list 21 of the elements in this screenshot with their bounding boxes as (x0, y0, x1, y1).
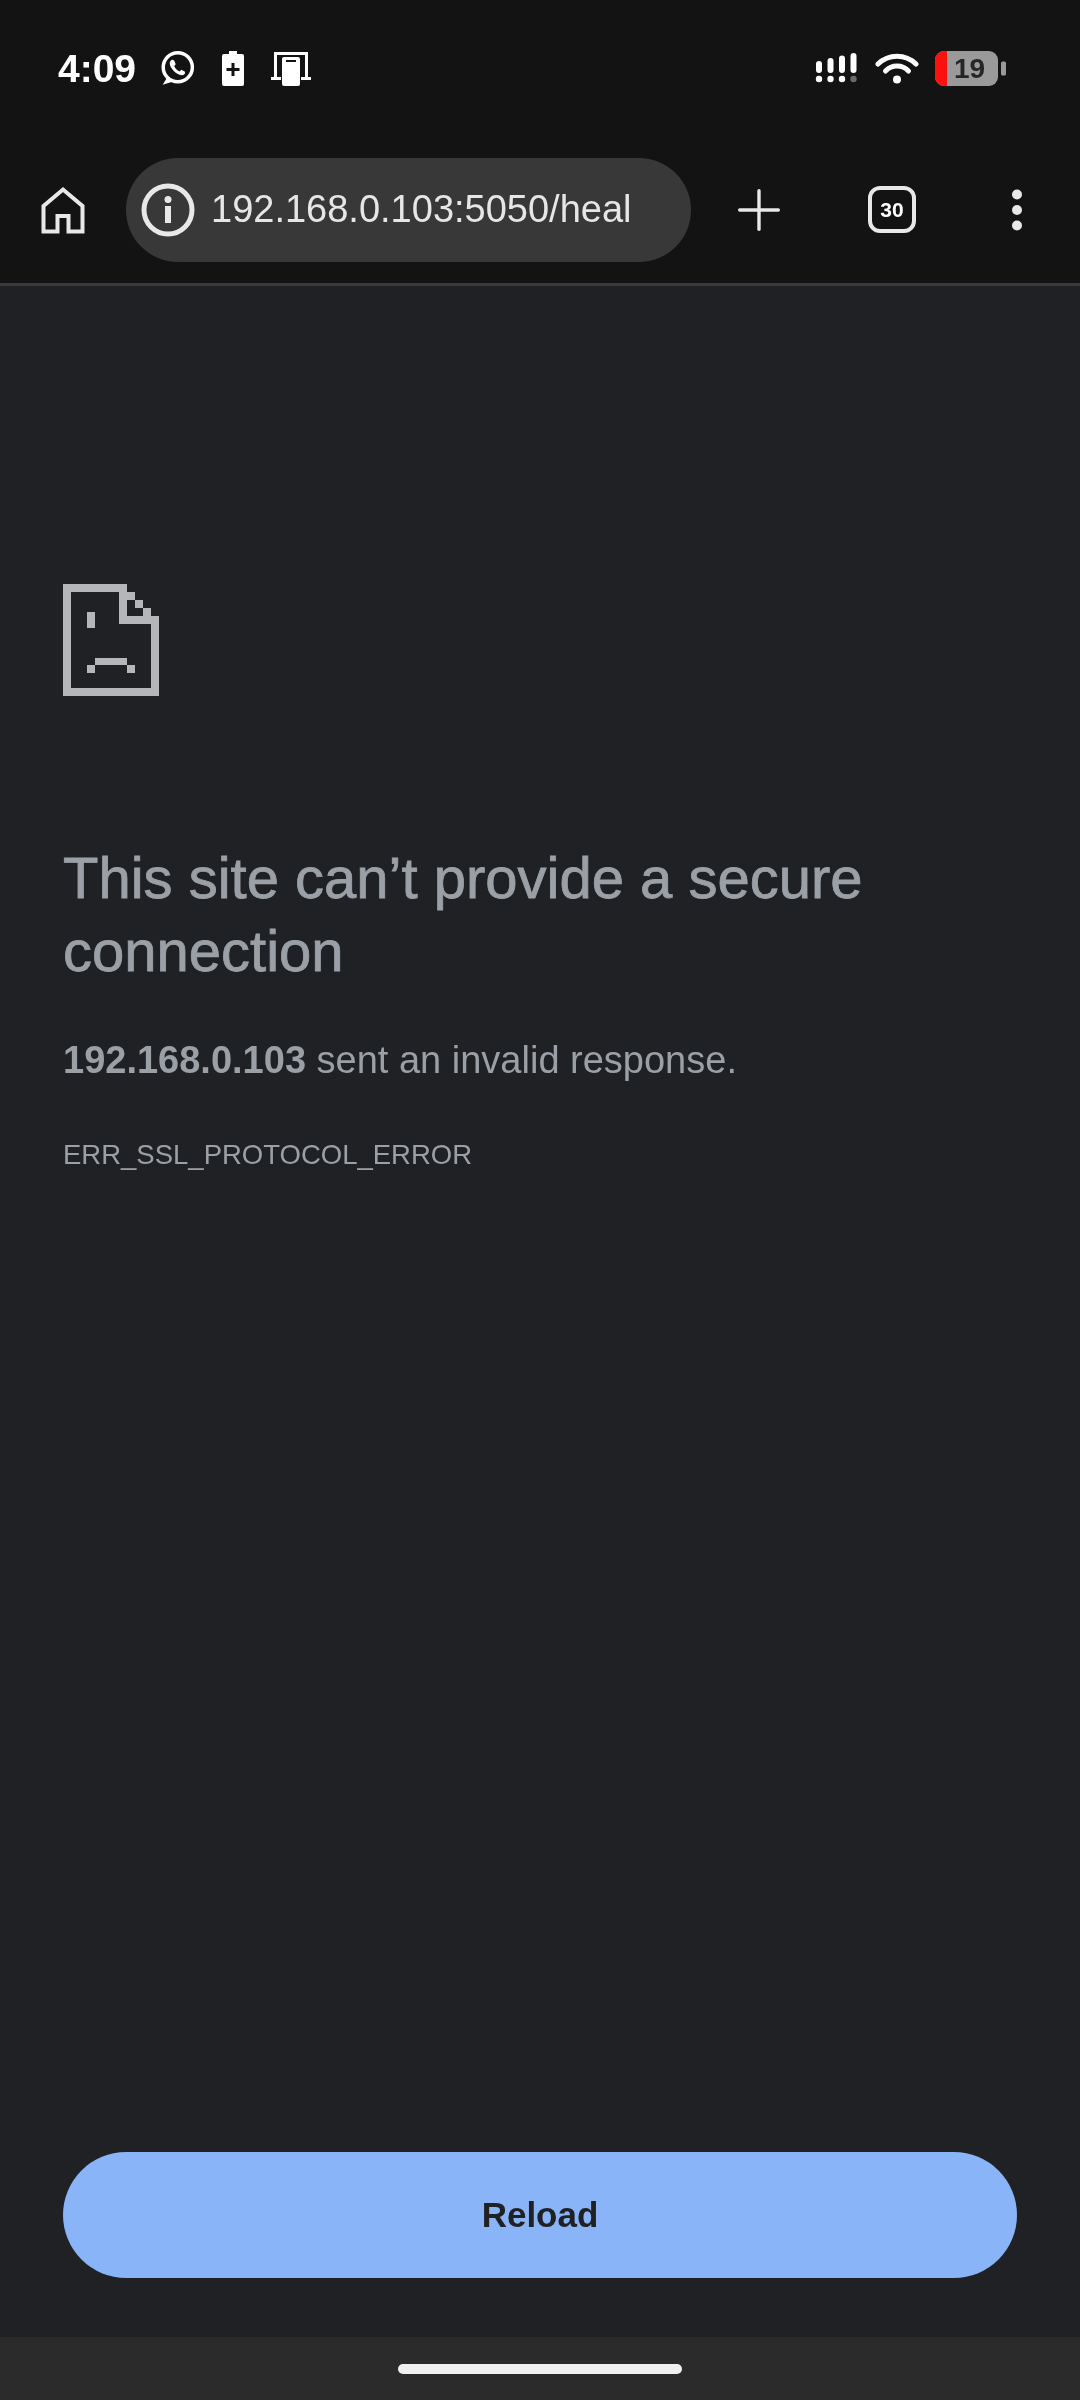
home-icon[interactable] (41, 185, 85, 234)
battery-icon (935, 50, 1006, 86)
address-bar[interactable]: 192.168.0.103:5050/heal (126, 157, 691, 262)
signal-icon (815, 53, 857, 83)
error-code: ERR_SSL_PROTOCOL_ERROR (63, 1138, 473, 1172)
sad-page-icon (63, 584, 159, 696)
battery-plus-icon (222, 50, 245, 86)
reload-button[interactable]: Reload (63, 2152, 1017, 2278)
tab-switcher-button[interactable]: 30 (868, 186, 916, 233)
clock-time: 4:09 (58, 48, 137, 88)
plus-icon[interactable] (738, 188, 780, 231)
battery-percent: 19 (954, 54, 986, 82)
wifi-icon (875, 52, 919, 84)
phone-on-frame-icon (271, 50, 312, 86)
info-icon[interactable] (141, 182, 195, 237)
url-text[interactable]: 192.168.0.103:5050/heal (211, 186, 632, 233)
chat-bubble-icon (158, 49, 197, 87)
home-gesture-handle[interactable] (398, 2364, 682, 2374)
error-title: This site can’t provide a secure connection (63, 844, 864, 985)
menu-icon[interactable] (1011, 188, 1023, 231)
error-message: 192.168.0.103 sent an invalid response. (63, 1038, 737, 1083)
